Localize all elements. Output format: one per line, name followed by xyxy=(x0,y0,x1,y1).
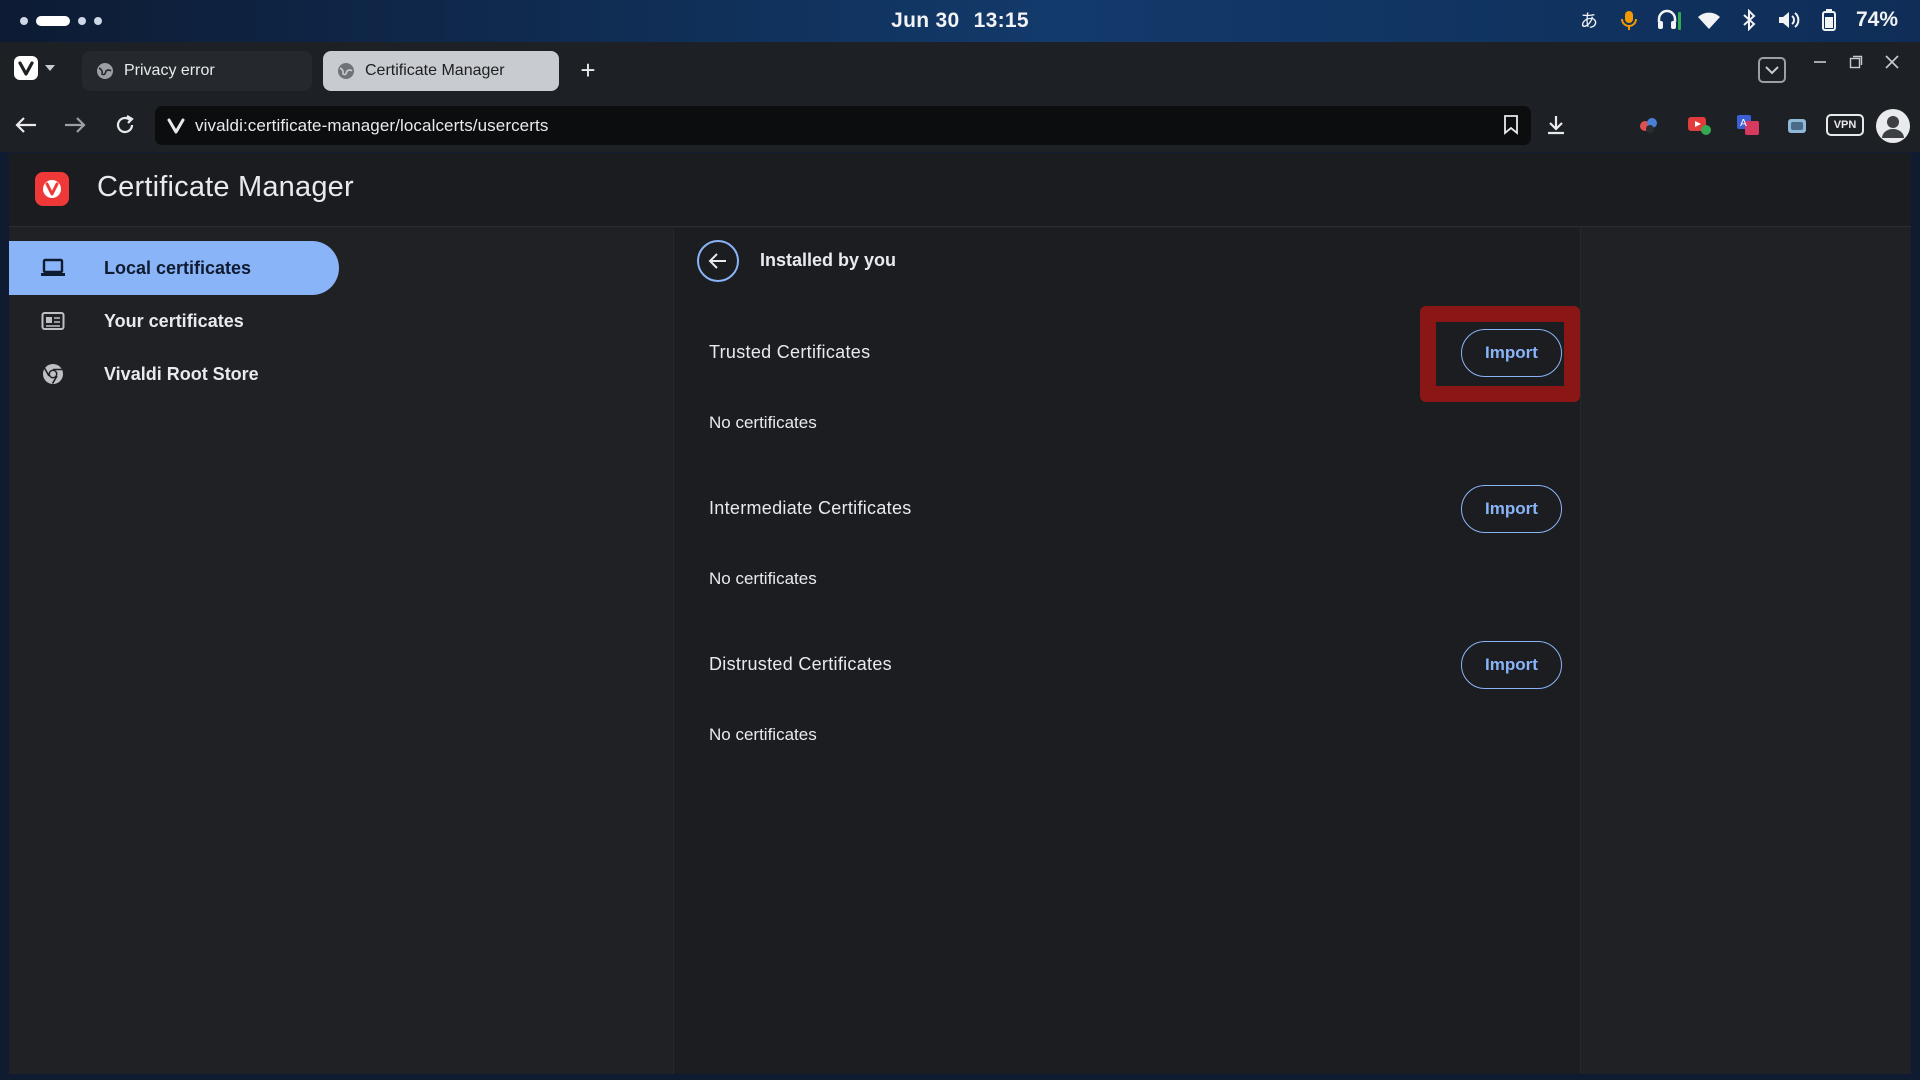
group-label: Intermediate Certificates xyxy=(709,498,912,518)
clock-time: 13:15 xyxy=(973,9,1029,32)
back-button[interactable] xyxy=(697,240,739,282)
group-label: Distrusted Certificates xyxy=(709,654,892,674)
chevron-down-icon xyxy=(45,65,55,71)
bookmark-button[interactable] xyxy=(1503,115,1519,140)
arrow-left-icon xyxy=(15,117,36,133)
back-button[interactable] xyxy=(12,111,40,139)
page-title: Certificate Manager xyxy=(97,171,354,203)
wifi-icon[interactable] xyxy=(1696,7,1722,33)
tab-title: Certificate Manager xyxy=(365,62,505,79)
id-card-icon xyxy=(39,307,67,335)
tab-strip: Privacy error Certificate Manager + xyxy=(0,42,1920,98)
import-intermediate-button[interactable]: Import xyxy=(1461,485,1562,533)
arrow-right-icon xyxy=(65,117,86,133)
bluetooth-icon[interactable] xyxy=(1736,7,1762,33)
tab-privacy-error[interactable]: Privacy error xyxy=(82,51,312,91)
chevron-down-icon xyxy=(1765,65,1779,74)
sidebar: Local certificates Your certificates Viv… xyxy=(9,228,673,1074)
clock-date: Jun 30 xyxy=(891,9,960,32)
sidebar-item-vivaldi-root-store[interactable]: Vivaldi Root Store xyxy=(9,347,339,401)
empty-state-text: No certificates xyxy=(709,569,817,588)
extension-button[interactable] xyxy=(1684,110,1714,140)
svg-text:あ: あ xyxy=(1580,11,1598,31)
import-trusted-button[interactable]: Import xyxy=(1461,329,1562,377)
extension-button[interactable] xyxy=(1782,110,1812,140)
tab-list-button[interactable] xyxy=(1758,57,1786,83)
sidebar-item-label: Your certificates xyxy=(104,310,244,331)
import-distrusted-button[interactable]: Import xyxy=(1461,641,1562,689)
download-icon xyxy=(1548,116,1564,135)
trusted-certificates-group: Trusted Certificates Import No certifica… xyxy=(674,329,1582,479)
tab-certificate-manager[interactable]: Certificate Manager xyxy=(323,51,559,91)
url-text: vivaldi:certificate-manager/localcerts/u… xyxy=(195,115,549,135)
vivaldi-logo-icon xyxy=(14,56,38,80)
translate-extension-icon: A xyxy=(1737,115,1759,135)
reload-button[interactable] xyxy=(111,111,139,139)
bookmark-icon xyxy=(1504,115,1518,135)
video-extension-icon xyxy=(1688,117,1711,135)
extension-button[interactable] xyxy=(1634,110,1664,140)
close-window-button[interactable] xyxy=(1884,54,1900,70)
battery-percentage: 74% xyxy=(1855,8,1898,31)
downloads-button[interactable] xyxy=(1542,111,1570,139)
intermediate-certificates-group: Intermediate Certificates Import No cert… xyxy=(674,485,1582,635)
extension-button[interactable]: A xyxy=(1733,110,1763,140)
sidebar-item-your-certificates[interactable]: Your certificates xyxy=(9,294,339,348)
distrusted-certificates-group: Distrusted Certificates Import No certif… xyxy=(674,641,1582,791)
reload-icon xyxy=(116,115,134,134)
chrome-store-icon xyxy=(39,360,67,388)
microphone-icon[interactable] xyxy=(1616,7,1642,33)
volume-icon[interactable] xyxy=(1776,7,1802,33)
globe-icon xyxy=(338,63,354,79)
vivaldi-menu-button[interactable] xyxy=(14,56,56,80)
main-content: Installed by you Trusted Certificates Im… xyxy=(673,228,1581,1074)
extension-icon xyxy=(1640,118,1657,133)
page-header: Certificate Manager xyxy=(9,153,1911,227)
empty-state-text: No certificates xyxy=(709,725,817,744)
tab-title: Privacy error xyxy=(124,62,215,79)
address-bar[interactable]: vivaldi:certificate-manager/localcerts/u… xyxy=(155,106,1531,145)
restore-button[interactable] xyxy=(1848,54,1864,70)
sidebar-item-label: Vivaldi Root Store xyxy=(104,363,259,384)
new-tab-button[interactable]: + xyxy=(576,57,600,83)
headset-icon[interactable] xyxy=(1656,7,1682,33)
forward-button[interactable] xyxy=(61,111,89,139)
battery-icon[interactable] xyxy=(1816,7,1842,33)
group-label: Trusted Certificates xyxy=(709,342,871,362)
minimize-button[interactable] xyxy=(1812,54,1828,70)
system-tray: あ 74% xyxy=(1576,7,1898,33)
os-status-bar: Jun 30 13:15 あ 74% xyxy=(0,0,1920,42)
ime-icon[interactable]: あ xyxy=(1576,7,1602,33)
laptop-icon xyxy=(39,254,67,282)
section-title: Installed by you xyxy=(760,250,897,270)
sidebar-item-label: Local certificates xyxy=(104,257,252,278)
vivaldi-site-icon xyxy=(167,118,185,133)
certificate-manager-page: Certificate Manager Local certificates Y… xyxy=(9,153,1911,1074)
cloud-extension-icon xyxy=(1788,119,1806,133)
window-controls xyxy=(1812,54,1900,70)
vivaldi-logo-icon xyxy=(35,172,69,206)
vpn-button[interactable]: VPN xyxy=(1826,114,1864,136)
user-icon xyxy=(1877,110,1909,142)
empty-state-text: No certificates xyxy=(709,413,817,432)
arrow-left-icon xyxy=(708,253,726,269)
svg-text:A: A xyxy=(1740,118,1747,129)
globe-icon xyxy=(97,63,113,79)
profile-avatar[interactable] xyxy=(1876,109,1910,143)
sidebar-item-local-certificates[interactable]: Local certificates xyxy=(9,241,339,295)
navigation-bar: vivaldi:certificate-manager/localcerts/u… xyxy=(0,98,1920,152)
